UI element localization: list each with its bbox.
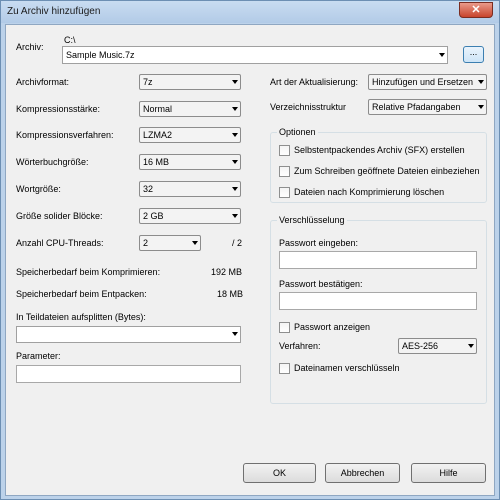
chevron-down-icon[interactable] xyxy=(232,133,238,137)
mem-decompress-label: Speicherbedarf beim Entpacken: xyxy=(16,289,147,299)
chevron-down-icon[interactable] xyxy=(232,214,238,218)
chevron-down-icon[interactable] xyxy=(478,80,484,84)
method-value[interactable]: LZMA2 xyxy=(143,130,172,141)
dict-label: Wörterbuchgröße: xyxy=(16,157,89,167)
word-value[interactable]: 32 xyxy=(143,184,153,195)
format-value[interactable]: 7z xyxy=(143,77,153,88)
options-group-title: Optionen xyxy=(277,127,318,138)
encryption-group: Verschlüsselung Passwort eingeben: Passw… xyxy=(270,215,487,404)
confirm-password-input[interactable] xyxy=(279,292,477,310)
dict-value[interactable]: 16 MB xyxy=(143,157,169,168)
sfx-label[interactable]: Selbstentpackendes Archiv (SFX) erstelle… xyxy=(294,145,465,156)
encryption-group-title: Verschlüsselung xyxy=(277,215,347,226)
archive-name-combo[interactable]: Sample Music.7z xyxy=(62,46,448,64)
threads-value[interactable]: 2 xyxy=(143,238,148,249)
format-select[interactable]: 7z xyxy=(139,74,241,90)
options-group: Optionen Selbstentpackendes Archiv (SFX)… xyxy=(270,127,487,203)
password-label: Passwort eingeben: xyxy=(279,238,359,248)
solid-label: Größe solider Blöcke: xyxy=(16,211,103,221)
sfx-checkbox[interactable] xyxy=(279,145,290,156)
level-select[interactable]: Normal xyxy=(139,101,241,117)
encryption-method-select[interactable]: AES-256 xyxy=(398,338,477,354)
chevron-down-icon[interactable] xyxy=(232,187,238,191)
chevron-down-icon[interactable] xyxy=(232,107,238,111)
paths-value[interactable]: Relative Pfadangaben xyxy=(372,102,461,113)
archive-path: C:\ xyxy=(64,35,76,45)
ok-button[interactable]: OK xyxy=(243,463,316,483)
update-select[interactable]: Hinzufügen und Ersetzen xyxy=(368,74,487,90)
method-label: Kompressionsverfahren: xyxy=(16,130,114,140)
chevron-down-icon[interactable] xyxy=(439,53,445,57)
mem-compress-label: Speicherbedarf beim Komprimieren: xyxy=(16,267,161,277)
archive-name-value[interactable]: Sample Music.7z xyxy=(66,50,135,61)
word-label: Wortgröße: xyxy=(16,184,61,194)
update-value[interactable]: Hinzufügen und Ersetzen xyxy=(372,77,473,88)
cancel-button[interactable]: Abbrechen xyxy=(325,463,400,483)
paths-label: Verzeichnisstruktur xyxy=(270,102,347,112)
show-password-checkbox[interactable] xyxy=(279,322,290,333)
chevron-down-icon[interactable] xyxy=(192,241,198,245)
mem-compress-value: 192 MB xyxy=(211,267,243,277)
level-value[interactable]: Normal xyxy=(143,104,172,115)
encryption-method-label: Verfahren: xyxy=(279,341,321,351)
window-title: Zu Archiv hinzufügen xyxy=(7,6,101,17)
chevron-down-icon[interactable] xyxy=(232,80,238,84)
solid-select[interactable]: 2 GB xyxy=(139,208,241,224)
chevron-down-icon[interactable] xyxy=(232,332,238,336)
encryption-method-value[interactable]: AES-256 xyxy=(402,341,438,352)
encrypt-names-label[interactable]: Dateinamen verschlüsseln xyxy=(294,363,400,374)
update-label: Art der Aktualisierung: xyxy=(270,77,359,87)
paths-select[interactable]: Relative Pfadangaben xyxy=(368,99,487,115)
method-select[interactable]: LZMA2 xyxy=(139,127,241,143)
word-select[interactable]: 32 xyxy=(139,181,241,197)
help-button[interactable]: Hilfe xyxy=(411,463,486,483)
chevron-down-icon[interactable] xyxy=(232,160,238,164)
delete-files-checkbox[interactable] xyxy=(279,187,290,198)
split-label: In Teildateien aufsplitten (Bytes): xyxy=(16,312,146,322)
dialog-body: Archiv: C:\ Sample Music.7z ... Archivfo… xyxy=(5,24,495,496)
threads-total: / 2 xyxy=(232,238,243,248)
close-button[interactable]: ✕ xyxy=(459,2,493,18)
delete-files-label[interactable]: Dateien nach Komprimierung löschen xyxy=(294,187,444,198)
threads-label: Anzahl CPU-Threads: xyxy=(16,238,104,248)
shared-files-checkbox[interactable] xyxy=(279,166,290,177)
archive-label: Archiv: xyxy=(16,42,44,52)
dict-select[interactable]: 16 MB xyxy=(139,154,241,170)
solid-value[interactable]: 2 GB xyxy=(143,211,164,222)
browse-button-label[interactable]: ... xyxy=(470,47,478,57)
format-label: Archivformat: xyxy=(16,77,70,87)
show-password-label[interactable]: Passwort anzeigen xyxy=(294,322,370,333)
encrypt-names-checkbox[interactable] xyxy=(279,363,290,374)
shared-files-label[interactable]: Zum Schreiben geöffnete Dateien einbezie… xyxy=(294,166,479,177)
chevron-down-icon[interactable] xyxy=(478,105,484,109)
password-input[interactable] xyxy=(279,251,477,269)
dialog-window: Zu Archiv hinzufügen ✕ Archiv: C:\ Sampl… xyxy=(0,0,500,500)
threads-select[interactable]: 2 xyxy=(139,235,201,251)
level-label: Kompressionsstärke: xyxy=(16,104,101,114)
close-icon[interactable]: ✕ xyxy=(471,4,480,16)
chevron-down-icon[interactable] xyxy=(468,344,474,348)
params-label: Parameter: xyxy=(16,351,61,361)
mem-decompress-value: 18 MB xyxy=(217,289,244,299)
confirm-password-label: Passwort bestätigen: xyxy=(279,279,363,289)
browse-button[interactable]: ... xyxy=(463,46,484,63)
title-bar[interactable]: Zu Archiv hinzufügen ✕ xyxy=(1,1,499,23)
split-combo[interactable] xyxy=(16,326,241,343)
params-input[interactable] xyxy=(16,365,241,383)
